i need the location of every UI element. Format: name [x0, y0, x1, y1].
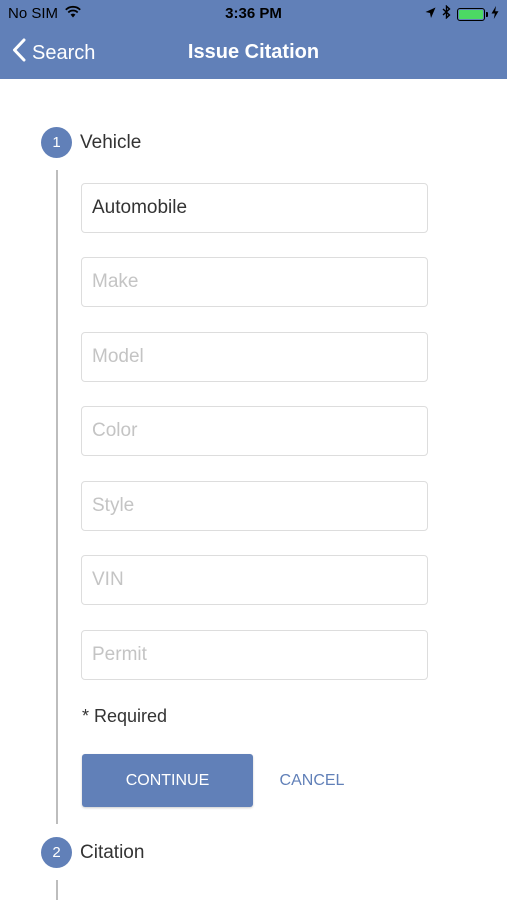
step-2-label: Citation	[80, 842, 145, 863]
page-title: Issue Citation	[187, 41, 320, 63]
location-arrow-icon	[425, 6, 436, 23]
step-1-number: 1	[41, 127, 72, 158]
navigation-bar: Search Issue Citation	[0, 28, 507, 79]
step-1-connector-line	[56, 170, 58, 824]
charging-bolt-icon	[491, 5, 499, 23]
style-field[interactable]	[81, 481, 428, 531]
continue-button[interactable]: CONTINUE	[82, 754, 253, 807]
step-2-connector-line	[56, 880, 58, 900]
cancel-button[interactable]: CANCEL	[268, 754, 356, 807]
battery-icon	[457, 7, 488, 21]
battery-level	[459, 9, 483, 19]
permit-field[interactable]	[81, 630, 428, 680]
status-bar: No SIM 3:36 PM	[0, 0, 507, 28]
required-note: * Required	[82, 706, 168, 726]
color-field[interactable]	[81, 406, 428, 456]
battery-tip	[486, 11, 488, 17]
model-field[interactable]	[81, 332, 428, 382]
vin-field[interactable]	[81, 555, 428, 605]
status-right	[425, 4, 499, 23]
vehicle-type-field[interactable]	[81, 183, 428, 233]
step-1-label: Vehicle	[80, 132, 142, 153]
bluetooth-icon	[442, 4, 451, 23]
make-field[interactable]	[81, 257, 428, 307]
step-2-number: 2	[41, 837, 72, 868]
